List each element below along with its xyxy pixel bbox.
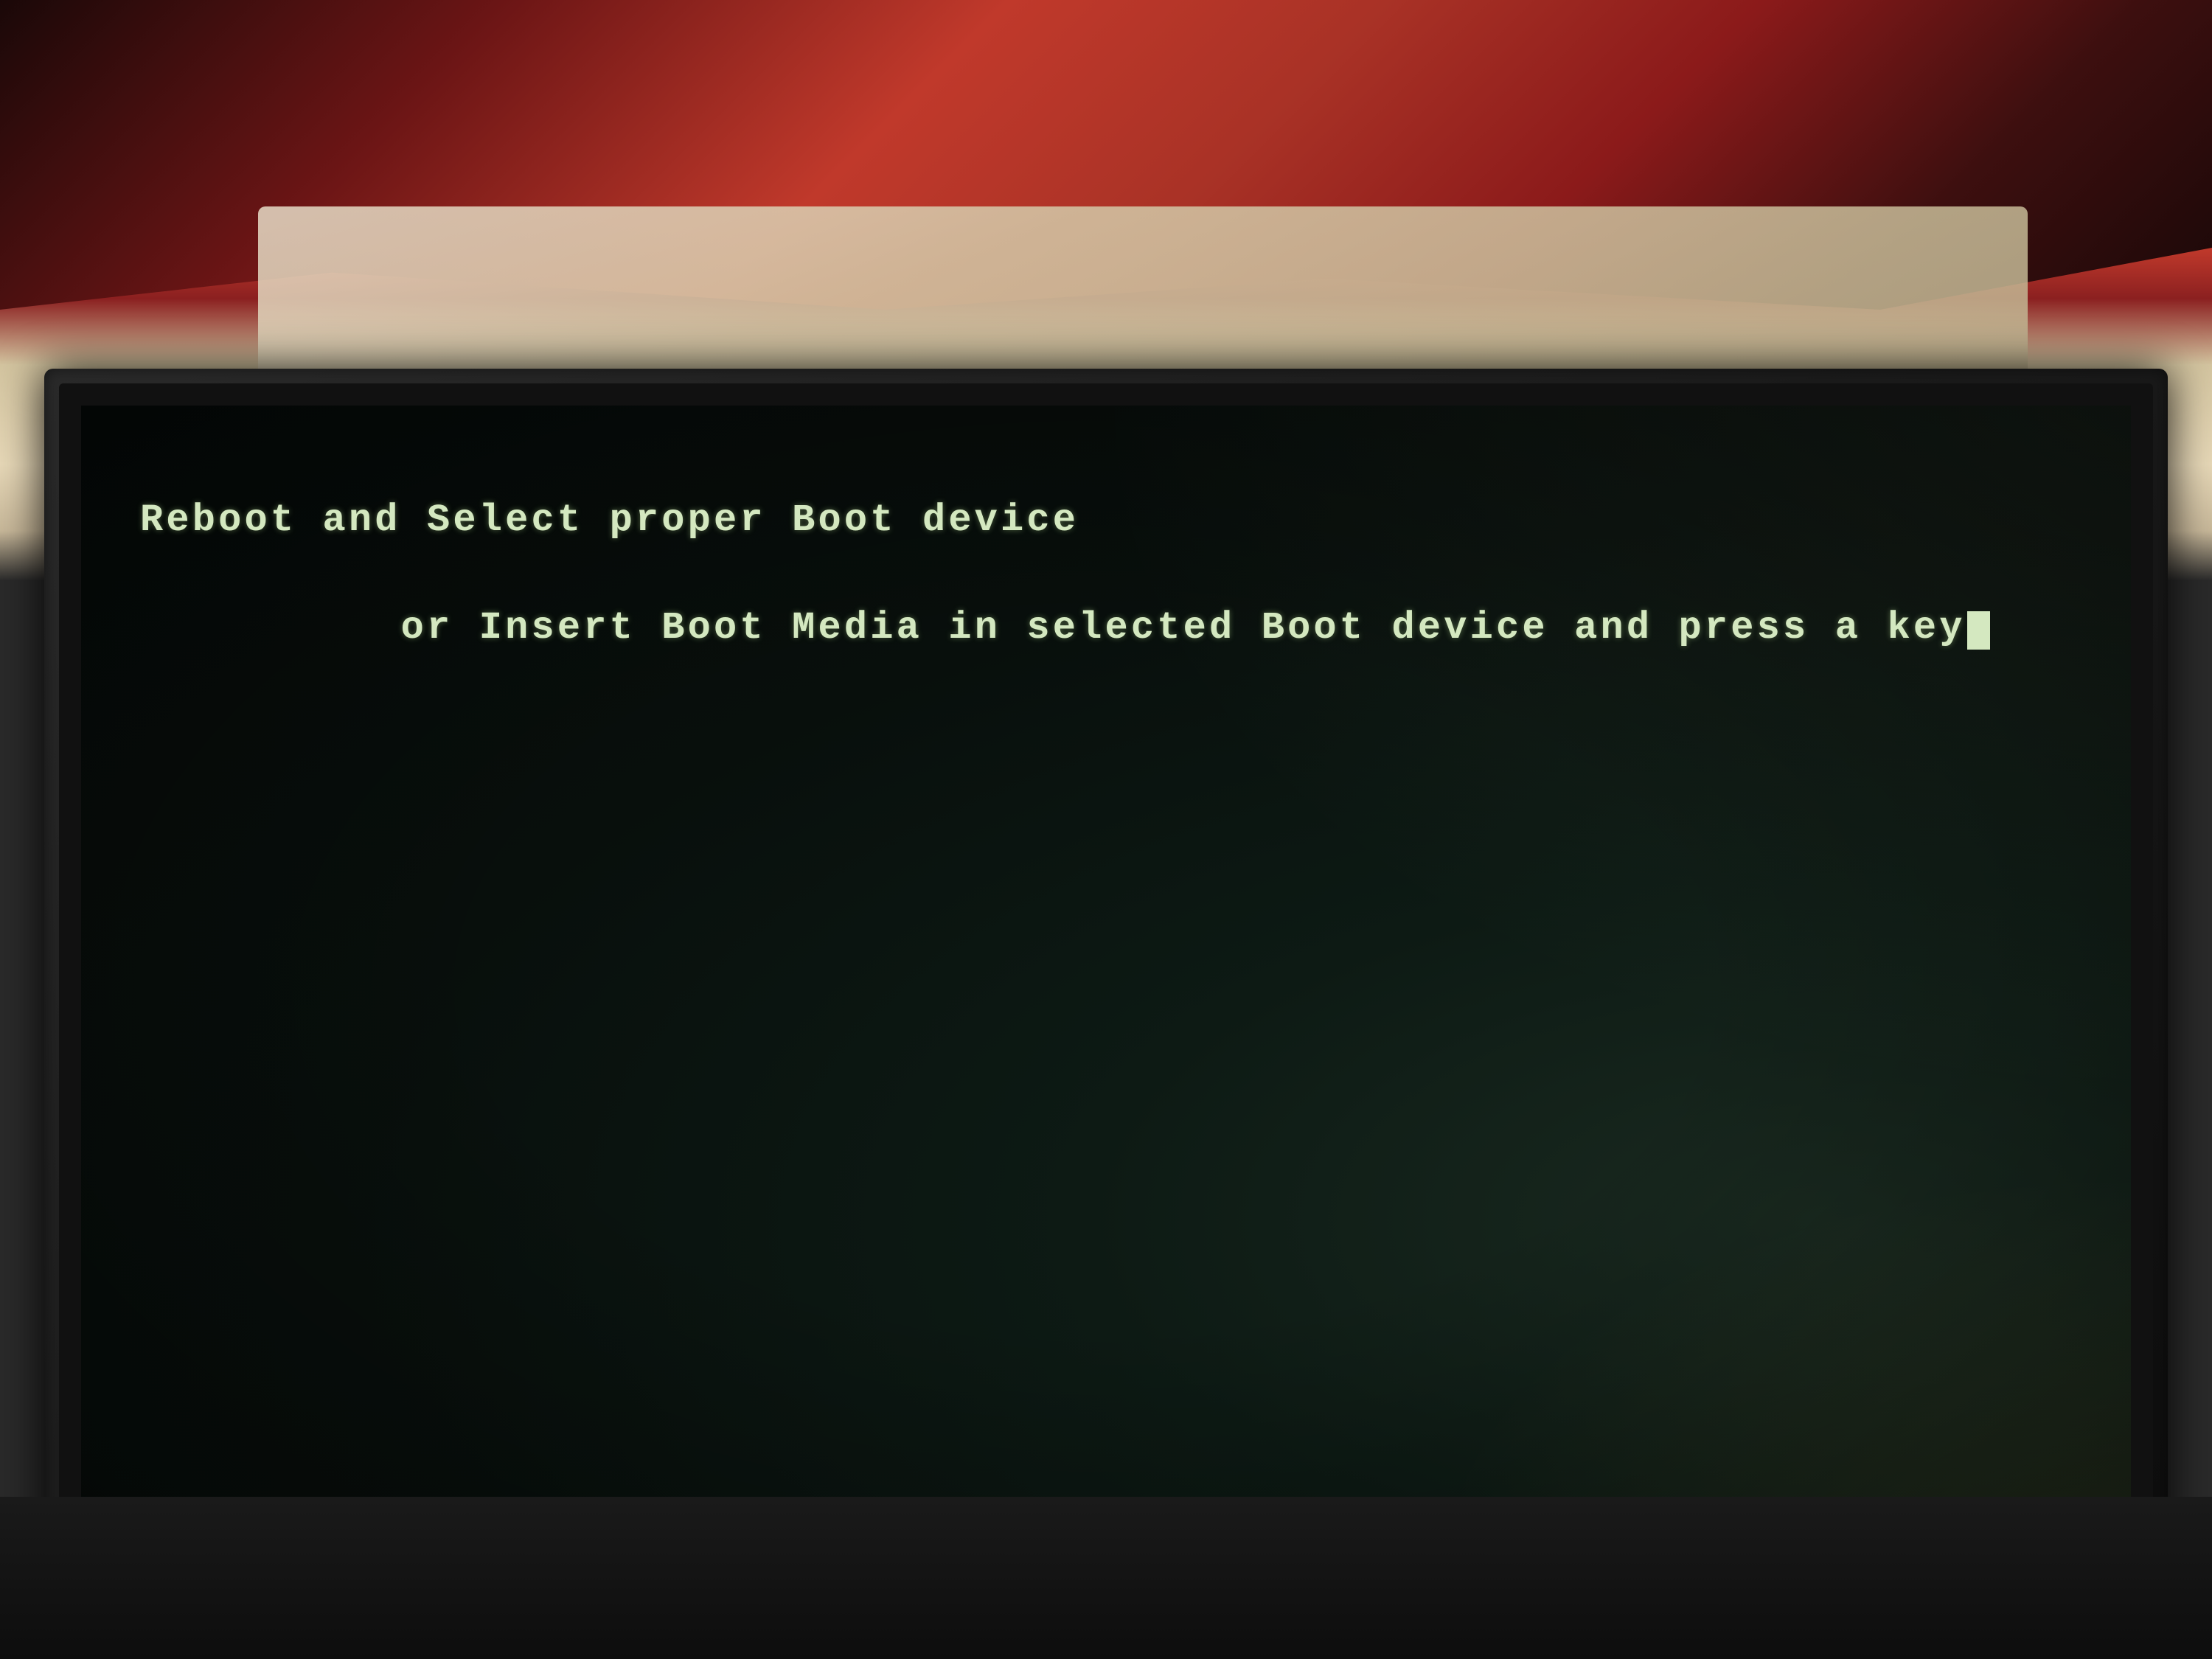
boot-message-line1: Reboot and Select proper Boot device <box>140 494 2072 548</box>
floor-surface <box>0 1497 2212 1659</box>
boot-message-line2: or Insert Boot Media in selected Boot de… <box>140 548 2072 709</box>
monitor-bezel-outer: Reboot and Select proper Boot device or … <box>44 369 2168 1607</box>
cursor-blink <box>1967 611 1990 650</box>
boot-message-line2-text: or Insert Boot Media in selected Boot de… <box>401 606 1966 650</box>
boot-message-container: Reboot and Select proper Boot device or … <box>140 494 2072 709</box>
monitor-bezel-inner: Reboot and Select proper Boot device or … <box>59 383 2153 1593</box>
monitor-screen: Reboot and Select proper Boot device or … <box>81 406 2131 1571</box>
